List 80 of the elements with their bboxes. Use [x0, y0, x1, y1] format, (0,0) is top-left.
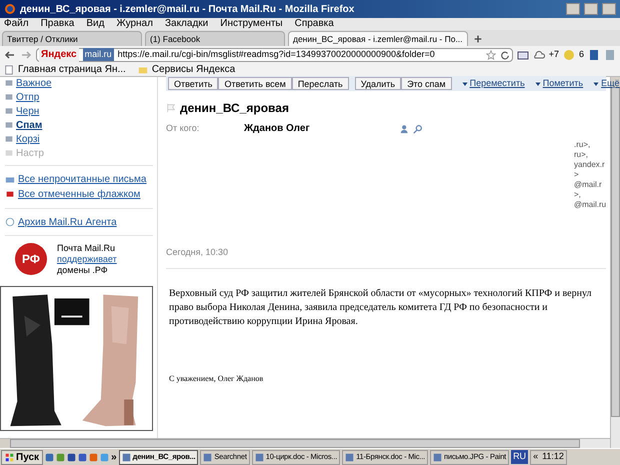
promo-link[interactable]: поддерживает [57, 254, 117, 264]
app-icon [203, 452, 212, 462]
site-badge: mail.ru [82, 48, 114, 62]
menu-item[interactable]: Закладки [164, 19, 208, 29]
recipient-text: @mail.ru [574, 200, 608, 210]
forward-icon [20, 48, 32, 60]
caret-icon [593, 80, 600, 86]
reload-icon [500, 50, 510, 60]
bookmark-item[interactable]: Главная страница Ян... [4, 62, 126, 77]
address-bar[interactable]: Яндекс mail.ru https://e.mail.ru/cgi-bin/msglist#readmsg?id=13499370020000000900&folder=0 [36, 48, 513, 62]
toolbar-menu[interactable]: Ещё [601, 76, 620, 90]
filter-link[interactable]: Все непрочитанные письма [18, 172, 146, 187]
from-label: От кого: [166, 122, 200, 135]
toolbar-menu[interactable]: Переместить [470, 76, 525, 90]
cloud-icon [532, 48, 545, 60]
caret-icon [534, 80, 541, 86]
minimize-button[interactable] [566, 3, 580, 15]
window-title: денин_ВС_яровая - i.zemler@mail.ru - Почта Mail.Ru - Mozilla Firefox [20, 2, 356, 16]
message-date: Сегодня, 10:30 [166, 246, 230, 259]
sender-name: Жданов Олег [244, 122, 310, 136]
recipient-text: ru>, [574, 150, 590, 160]
agent-archive-link[interactable]: Архив Mail.Ru Агента [18, 214, 117, 230]
star-icon [486, 50, 496, 60]
language-indicator[interactable]: RU [511, 450, 528, 464]
folder-link[interactable]: Спам [16, 119, 42, 131]
domain-logo: РФ [15, 243, 47, 275]
menu-item[interactable]: Правка [40, 19, 74, 29]
page-icon [4, 64, 14, 74]
caret-icon [462, 80, 468, 86]
recipient-text: yandex.r [574, 160, 606, 170]
folder-link[interactable]: Отпр [16, 91, 40, 103]
start-button[interactable]: Пуск [1, 450, 44, 464]
more-icons[interactable]: » [111, 450, 117, 464]
message-subject: денин_ВС_яровая [180, 100, 289, 117]
folder-link[interactable]: Важное [16, 77, 52, 89]
recipient-text: @mail.r [574, 180, 603, 190]
app-icon [345, 452, 354, 462]
app-icon [254, 452, 264, 462]
menu-item[interactable]: Файл [4, 19, 29, 29]
menu-item[interactable]: Журнал [116, 19, 153, 29]
toolbar-button[interactable]: Удалить [354, 77, 402, 90]
folder-link[interactable]: Черн [16, 105, 40, 117]
browser-icon [4, 3, 16, 15]
message-body: Верховный суд РФ защитил жителей Брянской области от «мусорных» технологий КПРФ и вернул право выбора Николая Денина, заявила председатель комитета ГД РФ по безопасности и противодействию коррупции Ирина Яровая. [169, 286, 592, 328]
toolbar-button[interactable]: Ответить [168, 77, 218, 90]
browser-tab[interactable]: (1) Facebook [145, 31, 285, 46]
toolbar-button[interactable]: Переслать [292, 77, 349, 90]
horizontal-scrollbar[interactable] [0, 438, 610, 448]
app-icon [432, 452, 442, 462]
filter-link[interactable]: Все отмеченные флажком [18, 187, 140, 202]
recipient-text: > [574, 170, 580, 180]
plus-icon [474, 35, 482, 43]
recipient-text: >, [574, 190, 582, 200]
clock: 11:12 [542, 450, 564, 464]
toolbar-menu[interactable]: Пометить [542, 76, 584, 90]
promo-text: домены .РФ [57, 264, 109, 276]
search-icon [412, 124, 423, 134]
menu-item[interactable]: Вид [86, 19, 104, 29]
app-icon [122, 452, 131, 462]
toolbar-button[interactable]: Ответить всем [218, 77, 292, 90]
message-signature: С уважением, Олег Жданов [168, 372, 264, 384]
close-button[interactable] [602, 3, 616, 15]
menu-item[interactable]: Справка [294, 19, 334, 29]
browser-tab[interactable]: Твиттер / Отклики [2, 31, 142, 46]
folder-link[interactable]: Корзі [16, 133, 40, 145]
notification-count: 6 [578, 48, 584, 61]
add-contact-icon [400, 124, 410, 134]
bookmark-item[interactable]: Сервисы Яндекса [138, 62, 236, 77]
recipient-text: .ru>, [574, 140, 592, 150]
url-text: https://e.mail.ru/cgi-bin/msglist#readmsg?id=13499370020000000900&folder=0 [118, 48, 436, 61]
promo-text: Почта Mail.Ru [57, 242, 116, 254]
windows-logo-icon [5, 452, 14, 462]
cloud-count: +7 [548, 48, 559, 61]
tray-toggle[interactable]: « [533, 450, 538, 464]
search-logo: Яндекс [39, 47, 79, 62]
back-icon [4, 48, 16, 60]
browser-tab[interactable]: денин_ВС_яровая - i.zemler@mail.ru - По... [288, 31, 468, 46]
menu-item[interactable]: Инструменты [220, 19, 283, 29]
toolbar-button[interactable]: Это спам [401, 77, 452, 90]
maximize-button[interactable] [584, 3, 598, 15]
